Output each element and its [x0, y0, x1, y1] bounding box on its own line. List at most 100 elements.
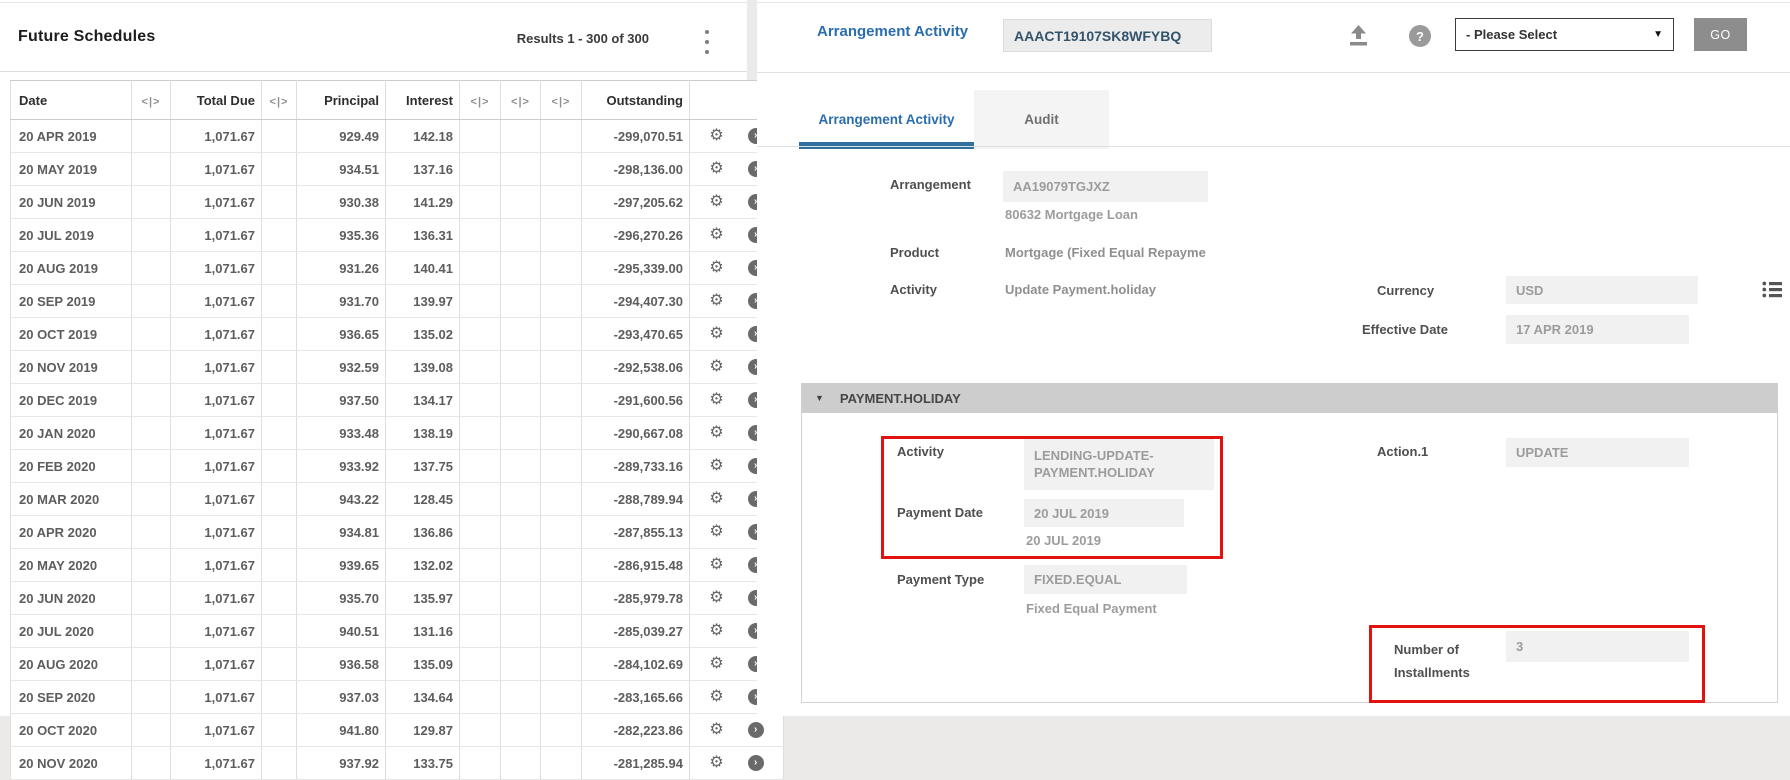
- gear-icon[interactable]: ⚙: [709, 557, 723, 573]
- gear-icon[interactable]: ⚙: [709, 590, 723, 606]
- gear-icon[interactable]: ⚙: [709, 623, 723, 639]
- spacer-cell: [541, 549, 582, 582]
- table-row[interactable]: 20 OCT 2019 1,071.67 936.65 135.02 -293,…: [11, 318, 784, 351]
- gear-icon[interactable]: ⚙: [709, 359, 723, 375]
- table-row[interactable]: 20 JUN 2019 1,071.67 930.38 141.29 -297,…: [11, 186, 784, 219]
- date-cell: 20 OCT 2019: [11, 318, 132, 351]
- gear-icon[interactable]: ⚙: [709, 689, 723, 705]
- arrangement-activity-id-field[interactable]: AAACT19107SK8WFYBQ: [1003, 19, 1212, 52]
- table-row[interactable]: 20 DEC 2019 1,071.67 937.50 134.17 -291,…: [11, 384, 784, 417]
- gear-icon[interactable]: ⚙: [709, 491, 723, 507]
- column-resize-handle-icon[interactable]: <|>: [132, 81, 171, 120]
- principal-cell: 937.50: [297, 384, 386, 417]
- spacer-cell: [132, 351, 171, 384]
- outstanding-cell: -283,165.66: [582, 681, 690, 714]
- gear-icon[interactable]: ⚙: [709, 722, 723, 738]
- gear-icon[interactable]: ⚙: [709, 392, 723, 408]
- column-header-interest[interactable]: Interest: [386, 81, 460, 120]
- spacer-cell: [262, 714, 297, 747]
- column-header-outstanding[interactable]: Outstanding: [582, 81, 690, 120]
- future-schedules-table: Date <|> Total Due <|> Principal Interes…: [10, 80, 784, 780]
- table-row[interactable]: 20 NOV 2020 1,071.67 937.92 133.75 -281,…: [11, 747, 784, 780]
- spacer-cell: [132, 483, 171, 516]
- chevron-right-circle-icon[interactable]: ›: [748, 722, 764, 738]
- help-icon[interactable]: ?: [1409, 25, 1431, 47]
- gear-icon[interactable]: ⚙: [709, 227, 723, 243]
- outstanding-cell: -292,538.06: [582, 351, 690, 384]
- column-header-date[interactable]: Date: [11, 81, 132, 120]
- column-resize-handle-icon[interactable]: <|>: [262, 81, 297, 120]
- tab-audit[interactable]: Audit: [974, 90, 1109, 149]
- spacer-cell: [460, 120, 501, 153]
- column-header-principal[interactable]: Principal: [297, 81, 386, 120]
- table-row[interactable]: 20 NOV 2019 1,071.67 932.59 139.08 -292,…: [11, 351, 784, 384]
- table-row[interactable]: 20 JUL 2019 1,071.67 935.36 136.31 -296,…: [11, 219, 784, 252]
- chevron-right-circle-icon[interactable]: ›: [748, 755, 764, 771]
- kebab-menu-icon[interactable]: [700, 28, 714, 56]
- outstanding-cell: -290,667.08: [582, 417, 690, 450]
- table-row[interactable]: 20 APR 2019 1,071.67 929.49 142.18 -299,…: [11, 120, 784, 153]
- go-button[interactable]: GO: [1694, 18, 1747, 51]
- spacer-cell: [262, 384, 297, 417]
- principal-cell: 936.65: [297, 318, 386, 351]
- gear-icon[interactable]: ⚙: [709, 260, 723, 276]
- gear-icon[interactable]: ⚙: [709, 128, 723, 144]
- gear-icon[interactable]: ⚙: [709, 326, 723, 342]
- table-row[interactable]: 20 MAY 2020 1,071.67 939.65 132.02 -286,…: [11, 549, 784, 582]
- tab-arrangement-activity[interactable]: Arrangement Activity: [799, 90, 974, 149]
- action-select-dropdown[interactable]: - Please Select ▼: [1455, 18, 1674, 51]
- table-row[interactable]: 20 JAN 2020 1,071.67 933.48 138.19 -290,…: [11, 417, 784, 450]
- list-lookup-icon[interactable]: [1762, 281, 1783, 303]
- spacer-cell: [262, 582, 297, 615]
- spacer-cell: [132, 252, 171, 285]
- column-resize-handle-icon[interactable]: <|>: [501, 81, 541, 120]
- spacer-cell: [262, 483, 297, 516]
- table-row[interactable]: 20 AUG 2019 1,071.67 931.26 140.41 -295,…: [11, 252, 784, 285]
- total-due-cell: 1,071.67: [171, 417, 262, 450]
- table-row[interactable]: 20 APR 2020 1,071.67 934.81 136.86 -287,…: [11, 516, 784, 549]
- table-row[interactable]: 20 SEP 2020 1,071.67 937.03 134.64 -283,…: [11, 681, 784, 714]
- column-resize-handle-icon[interactable]: <|>: [541, 81, 582, 120]
- table-row[interactable]: 20 JUN 2020 1,071.67 935.70 135.97 -285,…: [11, 582, 784, 615]
- gear-icon[interactable]: ⚙: [709, 194, 723, 210]
- spacer-cell: [501, 417, 541, 450]
- spacer-cell: [262, 186, 297, 219]
- total-due-cell: 1,071.67: [171, 153, 262, 186]
- total-due-cell: 1,071.67: [171, 549, 262, 582]
- table-row[interactable]: 20 OCT 2020 1,071.67 941.80 129.87 -282,…: [11, 714, 784, 747]
- gear-icon[interactable]: ⚙: [709, 524, 723, 540]
- gear-icon[interactable]: ⚙: [709, 458, 723, 474]
- gear-icon[interactable]: ⚙: [709, 755, 723, 771]
- table-header-row: Date <|> Total Due <|> Principal Interes…: [11, 81, 784, 120]
- principal-cell: 933.48: [297, 417, 386, 450]
- table-row[interactable]: 20 JUL 2020 1,071.67 940.51 131.16 -285,…: [11, 615, 784, 648]
- payment-holiday-section-header[interactable]: ▼ PAYMENT.HOLIDAY: [801, 383, 1778, 413]
- gear-icon[interactable]: ⚙: [709, 425, 723, 441]
- total-due-cell: 1,071.67: [171, 186, 262, 219]
- outstanding-cell: -281,285.94: [582, 747, 690, 780]
- table-row[interactable]: 20 SEP 2019 1,071.67 931.70 139.97 -294,…: [11, 285, 784, 318]
- outstanding-cell: -298,136.00: [582, 153, 690, 186]
- spacer-cell: [501, 351, 541, 384]
- table-row[interactable]: 20 MAY 2019 1,071.67 934.51 137.16 -298,…: [11, 153, 784, 186]
- principal-cell: 936.58: [297, 648, 386, 681]
- interest-cell: 134.17: [386, 384, 460, 417]
- spacer-cell: [541, 681, 582, 714]
- gear-icon[interactable]: ⚙: [709, 293, 723, 309]
- spacer-cell: [541, 285, 582, 318]
- interest-cell: 138.19: [386, 417, 460, 450]
- principal-cell: 934.81: [297, 516, 386, 549]
- table-row[interactable]: 20 AUG 2020 1,071.67 936.58 135.09 -284,…: [11, 648, 784, 681]
- table-row[interactable]: 20 FEB 2020 1,071.67 933.92 137.75 -289,…: [11, 450, 784, 483]
- spacer-cell: [262, 549, 297, 582]
- spacer-cell: [541, 582, 582, 615]
- column-resize-handle-icon[interactable]: <|>: [460, 81, 501, 120]
- column-header-total-due[interactable]: Total Due: [171, 81, 262, 120]
- spacer-cell: [132, 153, 171, 186]
- gear-icon[interactable]: ⚙: [709, 656, 723, 672]
- upload-icon[interactable]: [1347, 24, 1370, 52]
- interest-cell: 141.29: [386, 186, 460, 219]
- total-due-cell: 1,071.67: [171, 582, 262, 615]
- table-row[interactable]: 20 MAR 2020 1,071.67 943.22 128.45 -288,…: [11, 483, 784, 516]
- gear-icon[interactable]: ⚙: [709, 161, 723, 177]
